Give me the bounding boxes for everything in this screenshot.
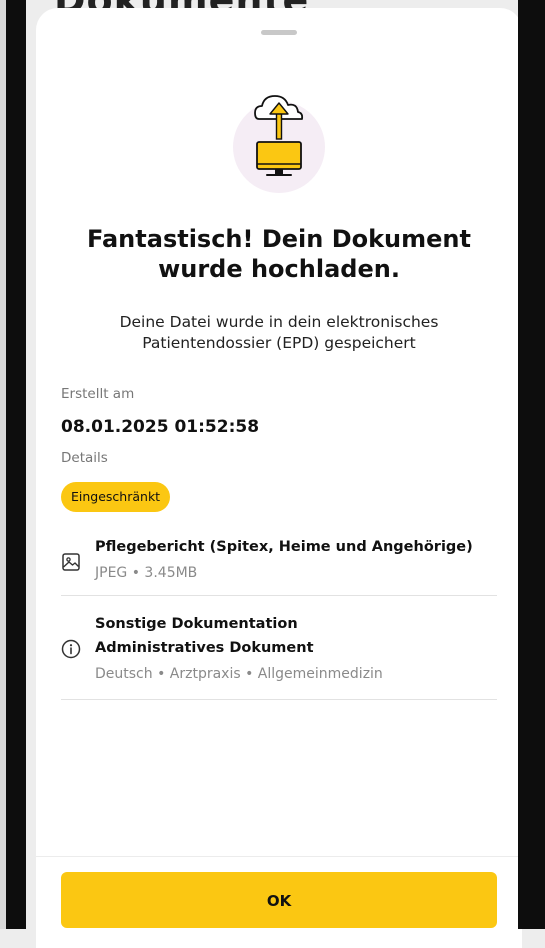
device-bezel-left: [6, 0, 26, 929]
success-title-line2: wurde hochladen.: [158, 255, 400, 283]
created-value: 08.01.2025 01:52:58: [61, 417, 260, 437]
upload-success-sheet: Fantastisch! Dein Dokument wurde hochlad…: [36, 8, 522, 948]
success-title: Fantastisch! Dein Dokument wurde hochlad…: [56, 224, 502, 284]
restricted-badge: Eingeschränkt: [61, 482, 171, 512]
device-bezel-right: [518, 0, 545, 929]
cloud-upload-computer-illustration: [233, 95, 325, 193]
row-divider: [61, 595, 497, 596]
success-subtitle-line2: Patientendossier (EPD) gespeichert: [142, 334, 416, 352]
file-meta: JPEG • 3.45MB: [95, 565, 198, 581]
info-icon: [61, 639, 81, 659]
success-subtitle: Deine Datei wurde in dein elektronisches…: [66, 312, 492, 354]
image-file-icon: [62, 553, 80, 571]
file-title: Pflegebericht (Spitex, Heime und Angehör…: [95, 539, 473, 555]
document-category: Sonstige Dokumentation: [95, 616, 298, 632]
ok-button[interactable]: OK: [61, 872, 497, 928]
details-label: Details: [61, 450, 108, 466]
footer-divider: [36, 856, 522, 857]
created-label: Erstellt am: [61, 386, 135, 402]
document-type: Administratives Dokument: [95, 640, 314, 656]
success-title-line1: Fantastisch! Dein Dokument: [87, 225, 471, 253]
document-meta: Deutsch • Arztpraxis • Allgemeinmedizin: [95, 666, 383, 682]
sheet-grabber[interactable]: [261, 30, 297, 35]
row-divider: [61, 699, 497, 700]
success-subtitle-line1: Deine Datei wurde in dein elektronisches: [119, 313, 439, 331]
